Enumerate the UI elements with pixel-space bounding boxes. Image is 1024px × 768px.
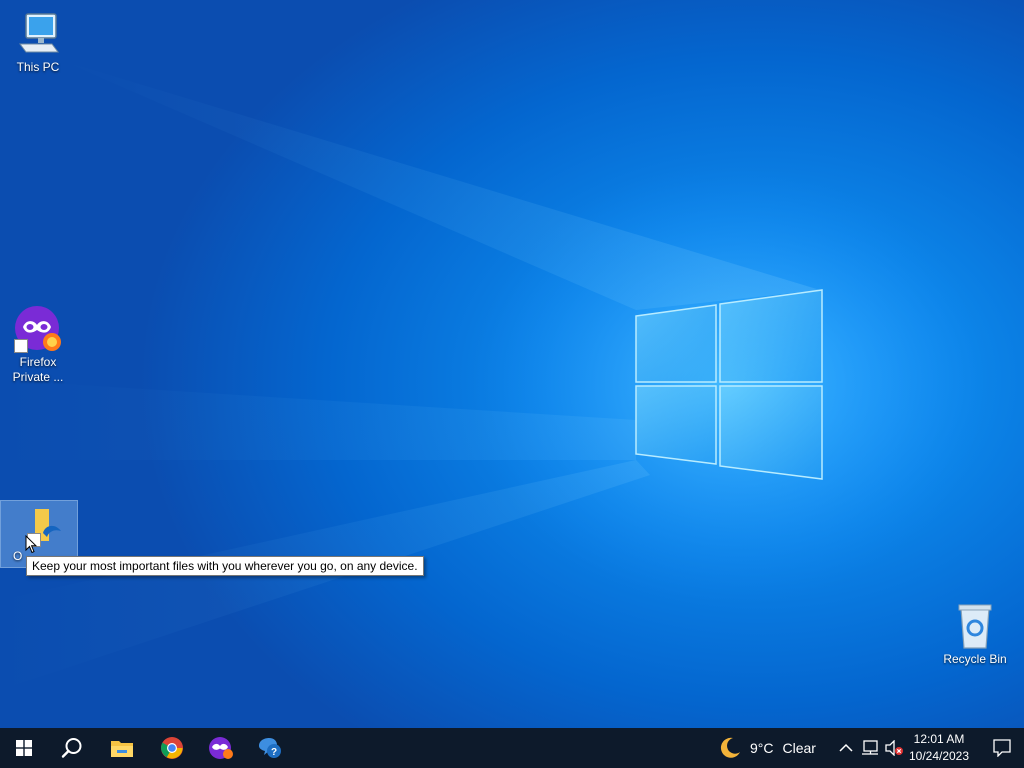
desktop-icon-this-pc[interactable]: This PC (0, 10, 76, 75)
onedrive-folder-icon (15, 505, 63, 553)
chrome-icon (161, 737, 183, 759)
weather-temp: 9°C (750, 740, 774, 756)
firefox-private-icon (14, 305, 62, 353)
search-icon (61, 738, 82, 758)
desktop-icon-label: This PC (16, 60, 60, 74)
network-button[interactable] (858, 728, 882, 768)
shortcut-arrow-icon (14, 339, 28, 353)
taskbar: ? 9°C Clear 12:01 AM 10/24/2023 (0, 728, 1024, 768)
taskbar-file-explorer[interactable] (98, 728, 146, 768)
action-center-button[interactable] (980, 728, 1024, 768)
taskbar-chrome[interactable] (148, 728, 196, 768)
mouse-cursor-icon (25, 535, 37, 554)
wallpaper-art (0, 60, 990, 690)
weather-widget[interactable]: 9°C Clear (718, 728, 816, 768)
clock-date: 10/24/2023 (908, 749, 970, 763)
windows-start-icon (16, 740, 32, 756)
start-button[interactable] (0, 728, 48, 768)
clock-time: 12:01 AM (913, 732, 965, 746)
recycle-bin-icon (951, 602, 999, 650)
windows-logo (635, 289, 823, 480)
tooltip: Keep your most important files with you … (26, 556, 424, 576)
get-help-icon: ? (259, 738, 281, 758)
chevron-up-icon (839, 743, 853, 752)
taskbar-get-help[interactable]: ? (246, 728, 294, 768)
firefox-private-icon (209, 737, 233, 759)
search-button[interactable] (48, 728, 96, 768)
file-explorer-icon (111, 741, 133, 757)
clock[interactable]: 12:01 AM 10/24/2023 (906, 731, 972, 765)
svg-text:?: ? (271, 747, 277, 758)
notification-icon (993, 739, 1011, 757)
weather-condition: Clear (782, 740, 816, 756)
volume-muted-icon (885, 740, 903, 756)
desktop-icon-label: Recycle Bin (943, 652, 1007, 666)
network-icon (862, 740, 878, 755)
desktop-icon-firefox-private[interactable]: Firefox Private ... (0, 305, 76, 385)
computer-icon (14, 10, 62, 58)
desktop-icon-label: Firefox Private ... (12, 355, 64, 384)
moon-icon (720, 737, 740, 758)
taskbar-firefox-private[interactable] (197, 728, 245, 768)
show-hidden-icons-button[interactable] (834, 728, 858, 768)
desktop-icon-recycle-bin[interactable]: Recycle Bin (937, 602, 1013, 667)
volume-button[interactable] (882, 728, 906, 768)
desktop[interactable]: This PC Firefox Private ... O Recycle Bi… (0, 0, 1024, 728)
